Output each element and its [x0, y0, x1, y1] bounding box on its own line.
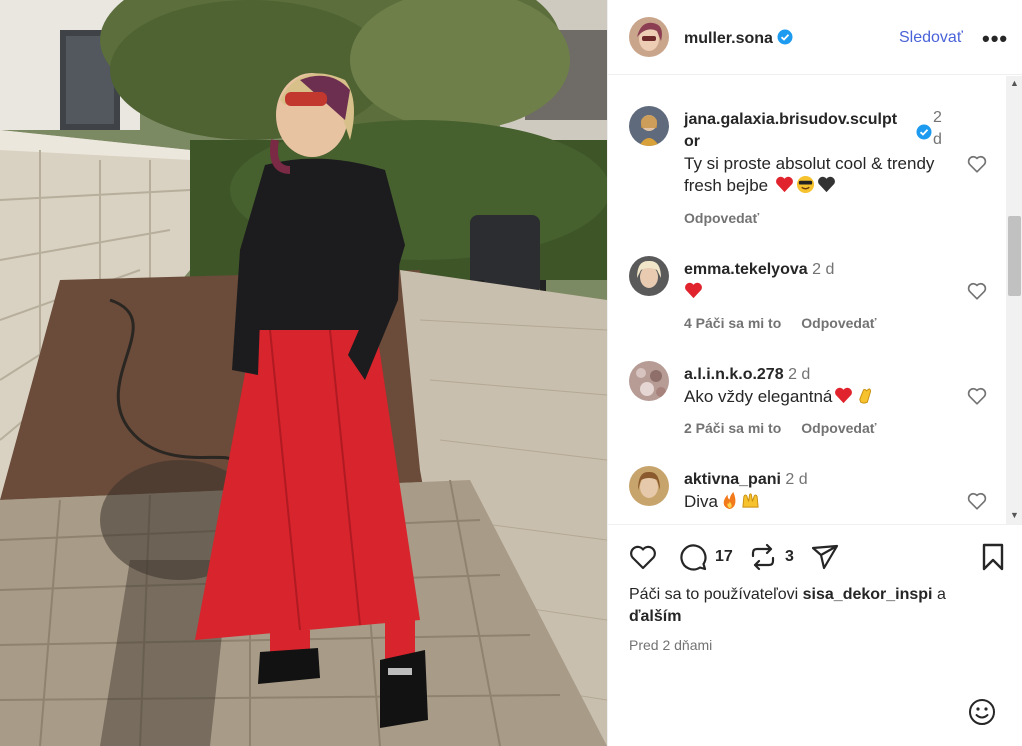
commenter-avatar[interactable]: [629, 466, 669, 506]
author-username[interactable]: muller.sona: [684, 29, 793, 48]
post-detail-panel: muller.sona Sledovať ••• jana.galaxia.br…: [607, 0, 1022, 746]
comment-text: Diva: [684, 491, 760, 513]
likes-suffix: a: [936, 586, 946, 603]
reply-button[interactable]: Odpovedať: [801, 420, 876, 436]
commenter-avatar[interactable]: [629, 361, 669, 401]
comment-time: 2: [933, 109, 942, 126]
scrollbar-thumb[interactable]: [1008, 216, 1021, 296]
red-heart-icon: [685, 282, 702, 299]
red-heart-icon: [835, 387, 853, 404]
comment-meta: Odpovedať: [684, 210, 779, 226]
commenter-username[interactable]: emma.tekelyova 2 d: [684, 261, 834, 279]
likes-summary: Páči sa to používateľovi sisa_dekor_insp…: [629, 584, 989, 628]
save-bookmark-icon[interactable]: [978, 542, 1008, 572]
sunglasses-face-icon: [796, 175, 814, 194]
liked-by-user-link[interactable]: sisa_dekor_inspi: [803, 586, 933, 603]
post-header: muller.sona Sledovať •••: [608, 0, 1022, 75]
comment-time: 2 d: [785, 471, 808, 488]
post-image: [0, 0, 607, 746]
scroll-up-arrow-icon[interactable]: ▲: [1010, 78, 1019, 88]
reply-button[interactable]: Odpovedať: [801, 315, 876, 331]
likes-prefix: Páči sa to používateľovi: [629, 586, 799, 603]
reply-button[interactable]: Odpovedať: [684, 210, 759, 226]
commenter-username[interactable]: a.l.i.n.k.o.278 2 d: [684, 366, 810, 384]
commenter-avatar[interactable]: [629, 106, 669, 146]
emoji-picker-icon[interactable]: [966, 696, 998, 728]
comment-text: Ako vždy elegantná: [684, 386, 874, 408]
verified-badge-icon: [777, 29, 793, 45]
comment-text: [684, 281, 703, 303]
actions-divider: [608, 524, 1022, 525]
comment-count: 17: [715, 548, 733, 565]
comment-meta: 4 Páči sa mi to Odpovedať: [684, 315, 896, 331]
like-comment-heart-icon[interactable]: [966, 280, 988, 302]
repost-count: 3: [785, 548, 794, 565]
comment-meta: 2 Páči sa mi to Odpovedať: [684, 420, 896, 436]
comment-text: Ty si proste absolut cool & trendy: [684, 154, 935, 173]
follow-button[interactable]: Sledovať: [899, 29, 963, 47]
liked-by-others-link[interactable]: ďalším: [629, 608, 681, 625]
verified-badge-icon: [916, 124, 932, 140]
like-comment-heart-icon[interactable]: [966, 385, 988, 407]
fire-icon: [723, 491, 736, 510]
black-heart-icon: [817, 176, 835, 193]
comment-time-cont: d: [933, 131, 942, 148]
post-timestamp[interactable]: Pred 2 dňami: [629, 637, 712, 653]
repost-icon[interactable]: [748, 542, 778, 572]
like-comment-heart-icon[interactable]: [966, 153, 988, 175]
scroll-down-arrow-icon[interactable]: ▼: [1010, 510, 1019, 520]
post-actions-bar: 17 3: [608, 536, 1022, 580]
commenter-username[interactable]: jana.galaxia.brisudov.sculpt: [684, 111, 932, 140]
comments-list[interactable]: jana.galaxia.brisudov.sculpt or 2 d Ty s…: [608, 76, 1008, 524]
raising-hands-icon: [742, 493, 759, 508]
red-heart-icon: [775, 176, 793, 193]
commenter-username[interactable]: aktivna_pani 2 d: [684, 471, 808, 489]
comment-time: 2 d: [812, 261, 835, 278]
comment-bubble-icon[interactable]: [678, 542, 708, 572]
comment-likes-count[interactable]: 4 Páči sa mi to: [684, 315, 781, 331]
commenter-avatar[interactable]: [629, 256, 669, 296]
author-avatar[interactable]: [629, 17, 669, 57]
more-options-icon[interactable]: •••: [982, 26, 1008, 52]
author-username-text[interactable]: muller.sona: [684, 30, 773, 47]
post-photo[interactable]: [0, 0, 607, 746]
share-send-icon[interactable]: [810, 542, 840, 572]
commenter-username-cont[interactable]: or: [684, 133, 700, 151]
comment-text-line2: fresh bejbe: [684, 175, 836, 197]
clapping-hands-icon: [859, 388, 872, 404]
like-comment-heart-icon[interactable]: [966, 490, 988, 512]
comments-scrollbar[interactable]: ▲ ▼: [1006, 76, 1022, 524]
comment-likes-count[interactable]: 2 Páči sa mi to: [684, 420, 781, 436]
comment-time: 2 d: [788, 366, 811, 383]
like-heart-icon[interactable]: [628, 542, 658, 572]
